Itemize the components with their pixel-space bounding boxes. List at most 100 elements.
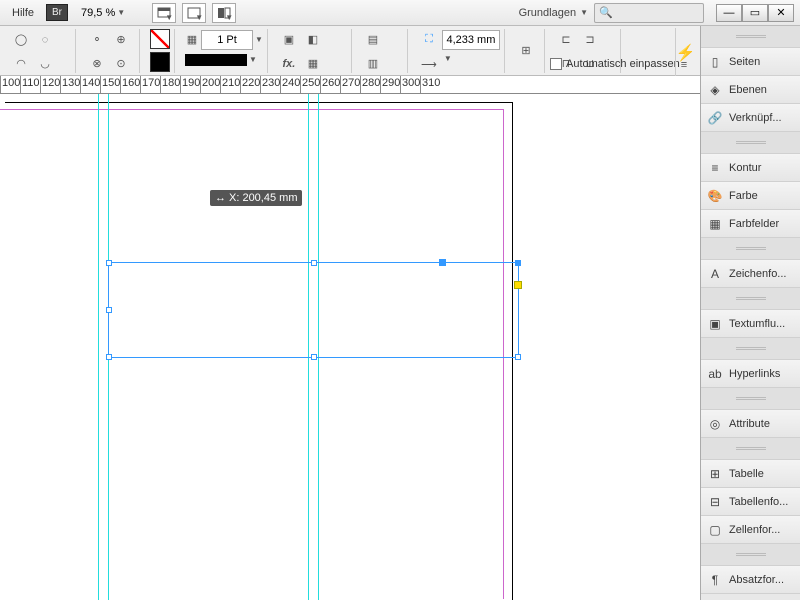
corner-options-handle[interactable] xyxy=(514,281,522,289)
chevron-down-icon[interactable]: ▼ xyxy=(444,54,452,76)
merge1-icon[interactable]: ⊞ xyxy=(515,40,537,62)
tick-label: 180 xyxy=(162,77,180,89)
wrap2-icon[interactable]: ▥ xyxy=(362,53,384,75)
document-canvas[interactable]: ↔ X: 200,45 mm xyxy=(0,94,700,600)
merge-group: ⊞ Automatisch einpassen xyxy=(511,29,545,73)
panel-menu-icon[interactable]: ≡ xyxy=(673,54,695,76)
panel-tabellenfo[interactable]: ⊟Tabellenfo... xyxy=(701,488,800,516)
cellstyle-icon: ▢ xyxy=(707,522,723,538)
panel-label: Farbe xyxy=(729,190,758,202)
search-icon: 🔍 xyxy=(599,6,613,19)
view-options-dropdown[interactable]: ▼ xyxy=(182,3,206,23)
tick-label: 280 xyxy=(362,77,380,89)
swatches-icon: ▦ xyxy=(707,216,723,232)
panel-dock: ▯Seiten ◈Ebenen 🔗Verknüpf... ≡Kontur 🎨Fa… xyxy=(700,26,800,600)
tick-label: 140 xyxy=(82,77,100,89)
panel-textumflu[interactable]: ▣Textumflu... xyxy=(701,310,800,338)
panel-grip[interactable] xyxy=(701,132,800,154)
bridge-button[interactable]: Br xyxy=(46,4,68,21)
reference-point[interactable] xyxy=(439,259,446,266)
wrap1-icon[interactable]: ▤ xyxy=(362,29,384,51)
panel-grip[interactable] xyxy=(701,238,800,260)
arrow-long-icon[interactable]: ⟶ xyxy=(418,54,440,76)
panel-attribute[interactable]: ◎Attribute xyxy=(701,410,800,438)
column-guide[interactable] xyxy=(98,94,99,600)
stroke-style-preview[interactable] xyxy=(185,54,247,66)
stroke-swatch[interactable] xyxy=(150,52,170,72)
horizontal-ruler[interactable]: 100 110 120 130 140 150 160 170 180 190 … xyxy=(0,76,700,94)
panel-kontur[interactable]: ≡Kontur xyxy=(701,154,800,182)
panel-grip[interactable] xyxy=(701,438,800,460)
anchor3-icon[interactable]: ⊗ xyxy=(86,53,108,75)
align1-icon[interactable]: ⊏ xyxy=(555,29,577,51)
corner2-icon[interactable]: ◧ xyxy=(302,29,324,51)
shape-tools-group: ◯ ◌ ◠ ◡ ⊂ P xyxy=(6,29,76,73)
stroke-weight-input[interactable] xyxy=(201,30,253,50)
panel-verknuepf[interactable]: 🔗Verknüpf... xyxy=(701,104,800,132)
tick-label: 220 xyxy=(242,77,260,89)
charstyle-icon: A xyxy=(707,266,723,282)
minimize-button[interactable]: — xyxy=(716,4,742,22)
corner1-icon[interactable]: ▣ xyxy=(278,29,300,51)
panel-zellenfor[interactable]: ▢ Zellenfor... xyxy=(701,516,800,544)
panel-label: Tabelle xyxy=(729,468,764,480)
fit-icon[interactable]: ⛶ xyxy=(418,29,440,51)
search-field[interactable]: 🔍 xyxy=(594,3,704,23)
anchor2-icon[interactable]: ⊕ xyxy=(110,29,132,51)
panel-farbfelder[interactable]: ▦Farbfelder xyxy=(701,210,800,238)
stepper-icon[interactable]: ▦ xyxy=(185,29,199,51)
restore-button[interactable]: ▭ xyxy=(742,4,768,22)
selected-frame[interactable] xyxy=(108,262,519,358)
panel-absatzfor[interactable]: ¶Absatzfor... xyxy=(701,566,800,594)
tick-label: 230 xyxy=(262,77,280,89)
zoom-level[interactable]: 79,5 % ▼ xyxy=(74,6,132,20)
menu-help[interactable]: Hilfe xyxy=(6,5,40,21)
tick-label: 260 xyxy=(322,77,340,89)
opacity-icon[interactable]: ▦ xyxy=(302,53,324,75)
anchor1-icon[interactable]: ⚬ xyxy=(86,29,108,51)
chevron-down-icon[interactable]: ▼ xyxy=(255,35,263,44)
ellipse-icon[interactable]: ◯ xyxy=(10,29,32,51)
panel-grip[interactable] xyxy=(701,26,800,48)
zoom-value: 79,5 % xyxy=(81,7,115,19)
panel-label: Attribute xyxy=(729,418,770,430)
fill-swatch[interactable] xyxy=(150,29,170,49)
tick-label: 240 xyxy=(282,77,300,89)
control-bar: ◯ ◌ ◠ ◡ ⊂ P ⚬ ⊕ ⊗ ⊙ ▦ ▼ ▼ ▣ ◧ fx. ▦ ▼ ▤ xyxy=(0,26,800,76)
stroke-weight-group: ▦ ▼ ▼ xyxy=(181,29,268,73)
workspace-label: Grundlagen xyxy=(519,7,577,19)
ellipse-dashed-icon[interactable]: ◌ xyxy=(34,29,56,51)
chevron-down-icon[interactable]: ▼ xyxy=(249,55,257,64)
cell-width-input[interactable] xyxy=(442,30,500,50)
panel-label: Tabellenfo... xyxy=(729,496,788,508)
panel-grip[interactable] xyxy=(701,544,800,566)
align2-icon[interactable]: ⊐ xyxy=(579,29,601,51)
tooltip-text: X: 200,45 mm xyxy=(229,192,297,204)
panel-hyperlinks[interactable]: abHyperlinks xyxy=(701,360,800,388)
panel-grip[interactable] xyxy=(701,338,800,360)
panel-ebenen[interactable]: ◈Ebenen xyxy=(701,76,800,104)
search-input[interactable] xyxy=(617,7,699,19)
panel-grip[interactable] xyxy=(701,388,800,410)
panel-grip[interactable] xyxy=(701,288,800,310)
arc-icon[interactable]: ◠ xyxy=(10,53,32,75)
screen-mode-dropdown[interactable]: ▼ xyxy=(152,3,176,23)
panel-zeichenfo[interactable]: AZeichenfo... xyxy=(701,260,800,288)
panel-label: Zellenfor... xyxy=(729,524,780,536)
fx-icon[interactable]: fx. xyxy=(278,53,300,75)
panel-tabelle[interactable]: ⊞Tabelle xyxy=(701,460,800,488)
close-button[interactable]: ✕ xyxy=(768,4,794,22)
arc2-icon[interactable]: ◡ xyxy=(34,53,56,75)
arrange-dropdown[interactable]: ▼ xyxy=(212,3,236,23)
panel-farbe[interactable]: 🎨Farbe xyxy=(701,182,800,210)
autofit-checkbox[interactable]: Automatisch einpassen xyxy=(550,58,680,70)
tick-label: 170 xyxy=(142,77,160,89)
effects-group: ▣ ◧ fx. ▦ ▼ xyxy=(274,29,352,73)
anchor4-icon[interactable]: ⊙ xyxy=(110,53,132,75)
panel-seiten[interactable]: ▯Seiten xyxy=(701,48,800,76)
tick-label: 120 xyxy=(42,77,60,89)
panel-label: Kontur xyxy=(729,162,761,174)
fitting-group: ⛶ ⟶ ▼ xyxy=(414,29,505,73)
workspace-switcher[interactable]: Grundlagen▼ xyxy=(519,7,588,19)
chevron-down-icon: ▼ xyxy=(580,8,588,17)
